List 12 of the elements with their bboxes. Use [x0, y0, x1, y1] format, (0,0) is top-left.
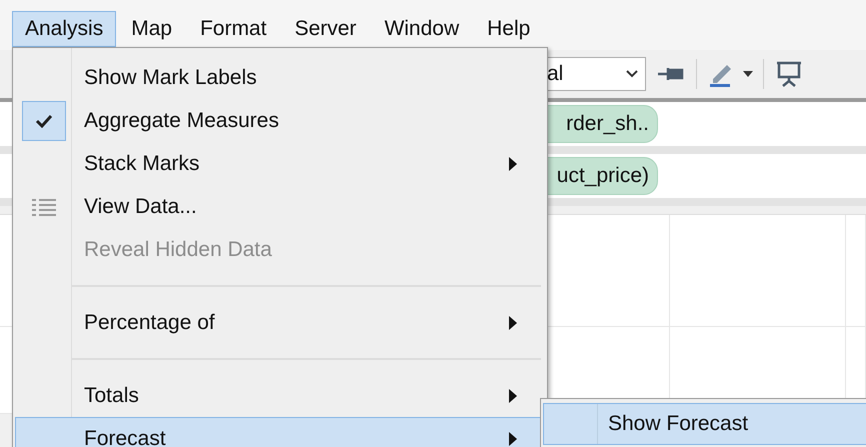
menu-bar-item[interactable]: Analysis: [12, 11, 116, 47]
caret-icon: [743, 70, 753, 78]
menu-bar-item[interactable]: Help: [474, 11, 544, 47]
chevron-down-icon: [625, 69, 639, 79]
menu-bar-item[interactable]: Window: [371, 11, 472, 47]
menu-bar-item[interactable]: Format: [187, 11, 280, 47]
menu-item[interactable]: Totals: [15, 374, 545, 417]
menu-bar-item[interactable]: Map: [118, 11, 186, 47]
menu-bar-item[interactable]: Server: [282, 11, 370, 47]
presentation-icon[interactable]: [774, 60, 804, 88]
menu-item[interactable]: Show Forecast: [543, 403, 866, 445]
menu-item[interactable]: Percentage of: [15, 301, 545, 344]
